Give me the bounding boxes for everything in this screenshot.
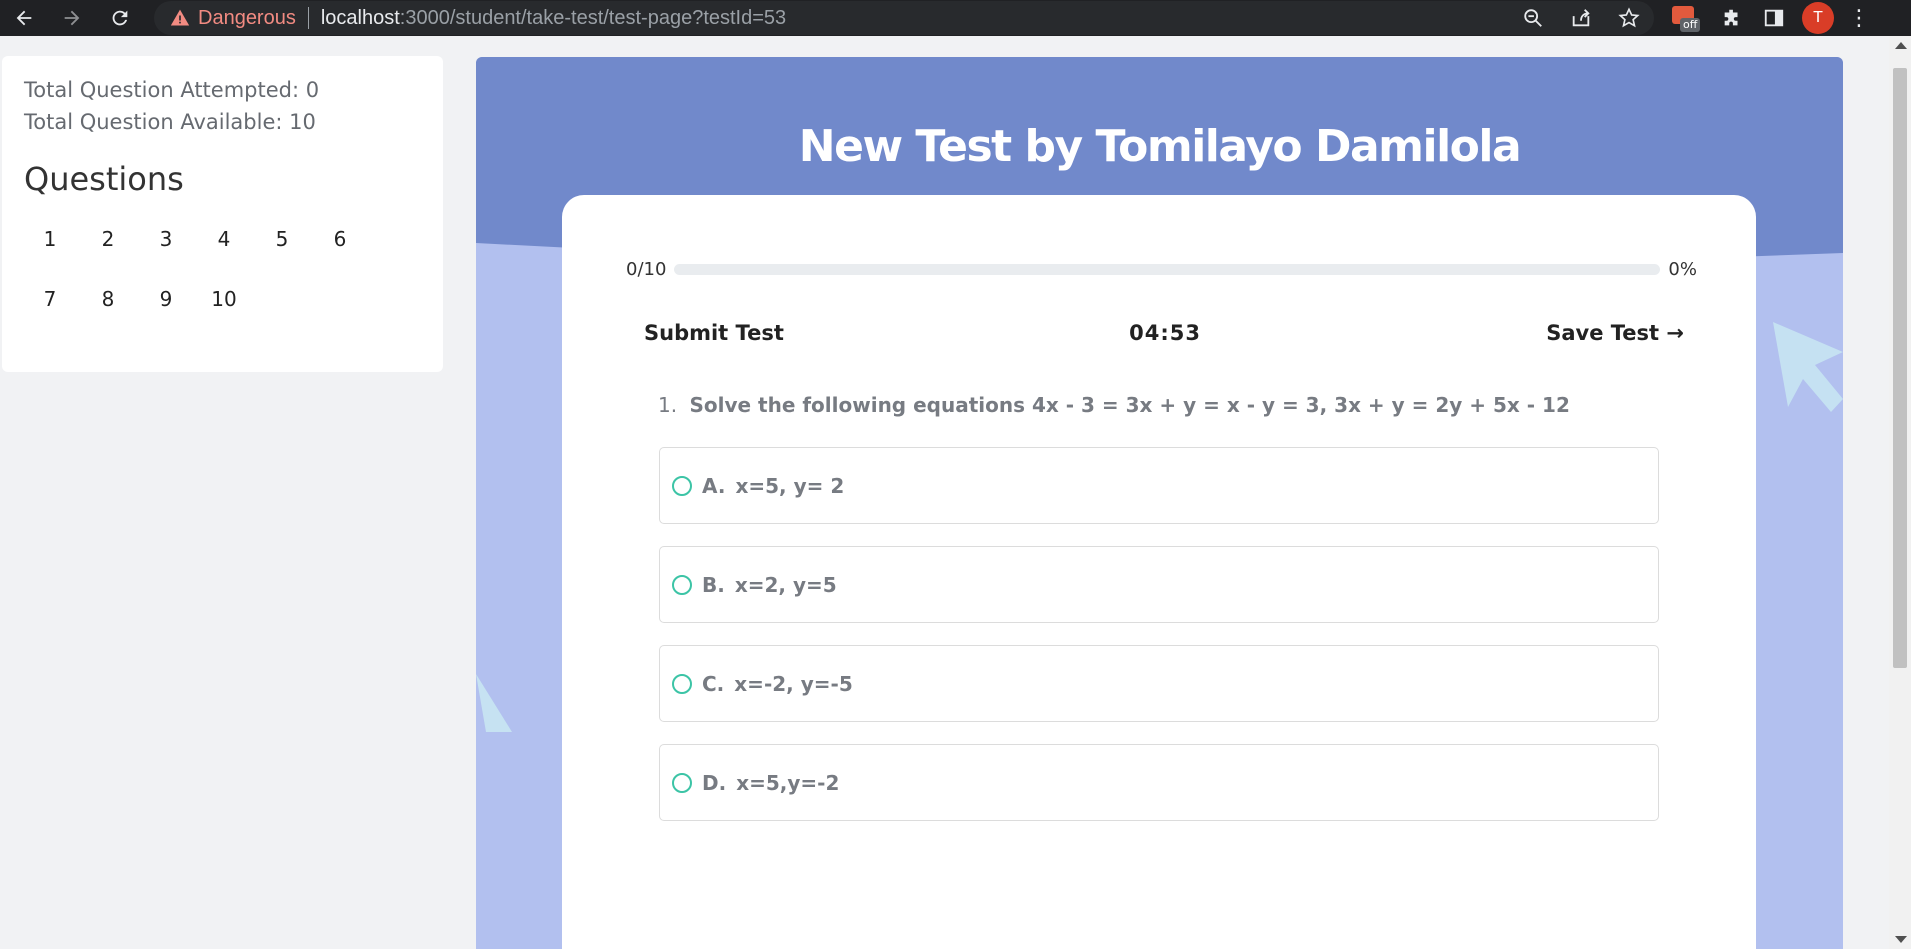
- extension-badge: off: [1680, 18, 1701, 32]
- security-status[interactable]: Dangerous: [198, 7, 296, 30]
- question-card: 0/10 0% Submit Test 04:53 Save Test → 1.…: [562, 195, 1756, 949]
- omnibox-divider: [307, 7, 309, 29]
- warning-icon: [170, 9, 190, 26]
- question-sidebar: Total Question Attempted: 0 Total Questi…: [2, 56, 443, 372]
- option-letter: B.: [702, 572, 725, 597]
- puzzle-icon[interactable]: [1718, 4, 1746, 32]
- question-nav-5[interactable]: 5: [260, 222, 304, 256]
- question-nav-1[interactable]: 1: [28, 222, 72, 256]
- option-b[interactable]: B. x=2, y=5: [659, 546, 1659, 623]
- question-nav-2[interactable]: 2: [86, 222, 130, 256]
- zoom-icon[interactable]: [1520, 5, 1546, 31]
- share-icon[interactable]: [1568, 5, 1594, 31]
- forward-arrow-icon[interactable]: [56, 2, 88, 34]
- option-letter: D.: [702, 770, 727, 795]
- side-panel-icon[interactable]: [1760, 4, 1788, 32]
- test-title: New Test by Tomilayo Damilola: [798, 121, 1522, 172]
- back-arrow-icon[interactable]: [8, 2, 40, 34]
- test-actions: Submit Test 04:53 Save Test →: [644, 317, 1684, 349]
- omnibox-actions: [1520, 5, 1642, 31]
- option-text: x=5,y=-2: [736, 770, 840, 795]
- answer-options: A. x=5, y= 2 B. x=2, y=5 C. x=-2, y=-5 D…: [659, 447, 1659, 843]
- scroll-thumb[interactable]: [1893, 68, 1907, 668]
- test-panel: New Test by Tomilayo Damilola 0/10 0% Su…: [476, 57, 1843, 949]
- url-host: localhost: [320, 6, 400, 29]
- browser-toolbar: Dangerous localhost:3000/student/take-te…: [0, 0, 1911, 36]
- question-nav-3[interactable]: 3: [144, 222, 188, 256]
- radio-button[interactable]: [672, 673, 692, 694]
- page-scrollbar[interactable]: [1889, 36, 1911, 949]
- question-nav-grid: 1 2 3 4 5 6 7 8 9 10: [24, 222, 421, 316]
- progress-count: 0/10: [626, 258, 667, 280]
- option-letter: A.: [702, 473, 726, 498]
- save-test-button[interactable]: Save Test →: [1546, 321, 1684, 345]
- option-a[interactable]: A. x=5, y= 2: [659, 447, 1659, 524]
- extensions-area: off T ⋮: [1670, 2, 1870, 34]
- option-text: x=2, y=5: [734, 572, 837, 597]
- option-d[interactable]: D. x=5,y=-2: [659, 744, 1659, 821]
- question-nav-4[interactable]: 4: [202, 222, 246, 256]
- pdf-extension-icon[interactable]: off: [1670, 2, 1704, 34]
- question-nav-8[interactable]: 8: [86, 282, 130, 316]
- option-c[interactable]: C. x=-2, y=-5: [659, 645, 1659, 722]
- reload-icon[interactable]: [104, 2, 136, 34]
- available-count: Total Question Available: 10: [24, 110, 316, 134]
- progress-percent: 0%: [1668, 258, 1697, 280]
- question-text: 1. Solve the following equations 4x - 3 …: [658, 393, 1570, 417]
- question-nav-7[interactable]: 7: [28, 282, 72, 316]
- progress-row: 0/10 0%: [626, 257, 1706, 281]
- url-path: :3000/student/take-test/test-page?testId…: [399, 6, 787, 29]
- bookmark-star-icon[interactable]: [1616, 5, 1642, 31]
- decorative-cursor-icon: [1773, 322, 1843, 412]
- submit-test-button[interactable]: Submit Test: [644, 321, 784, 345]
- option-letter: C.: [702, 671, 725, 696]
- radio-button[interactable]: [672, 772, 692, 793]
- option-text: x=-2, y=-5: [734, 671, 853, 696]
- attempted-count: Total Question Attempted: 0: [24, 78, 320, 102]
- question-nav-6[interactable]: 6: [318, 222, 362, 256]
- profile-avatar[interactable]: T: [1802, 2, 1834, 34]
- address-bar[interactable]: Dangerous localhost:3000/student/take-te…: [154, 1, 1654, 35]
- question-nav-10[interactable]: 10: [202, 282, 246, 316]
- scroll-down-arrow-icon[interactable]: [1895, 936, 1907, 943]
- option-text: x=5, y= 2: [735, 473, 845, 498]
- menu-kebab-icon[interactable]: ⋮: [1848, 6, 1870, 31]
- question-nav-9[interactable]: 9: [144, 282, 188, 316]
- decorative-triangle-icon: [476, 674, 512, 732]
- progress-bar: [674, 263, 1661, 275]
- countdown-timer: 04:53: [1129, 321, 1201, 345]
- question-body: Solve the following equations 4x - 3 = 3…: [689, 393, 1570, 417]
- questions-heading: Questions: [24, 160, 184, 198]
- scroll-up-arrow-icon[interactable]: [1895, 42, 1907, 49]
- radio-button[interactable]: [672, 475, 692, 496]
- radio-button[interactable]: [672, 574, 692, 595]
- question-number: 1.: [658, 393, 678, 417]
- page-viewport: Total Question Attempted: 0 Total Questi…: [0, 36, 1911, 949]
